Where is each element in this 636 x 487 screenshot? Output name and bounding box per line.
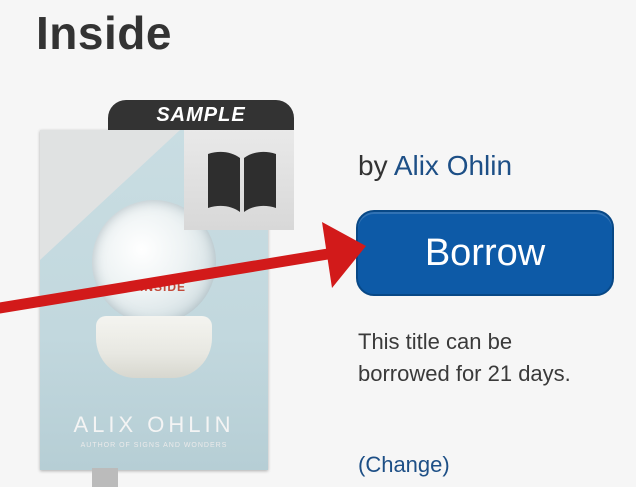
sample-tab[interactable]: SAMPLE: [108, 100, 294, 130]
open-book-icon: [208, 151, 276, 212]
cover-tab: [92, 468, 118, 487]
change-loan-link[interactable]: (Change): [358, 452, 450, 478]
cover-author: ALIX OHLIN: [73, 412, 235, 437]
loan-period-note: This title can be borrowed for 21 days.: [358, 329, 571, 386]
snow-globe-base: [96, 316, 212, 378]
cover-title: INSIDE: [140, 280, 187, 294]
byline: by Alix Ohlin: [358, 150, 512, 182]
author-link[interactable]: Alix Ohlin: [394, 150, 512, 181]
book-cover-sample[interactable]: INSIDE ALIX OHLIN AUTHOR OF SIGNS AND WO…: [36, 100, 300, 487]
page-title: Inside: [36, 7, 172, 59]
page-peel: [40, 130, 180, 260]
cover-subtitle: AUTHOR OF SIGNS AND WONDERS: [80, 442, 228, 449]
borrow-button[interactable]: Borrow: [356, 210, 614, 296]
byline-prefix: by: [358, 150, 388, 181]
